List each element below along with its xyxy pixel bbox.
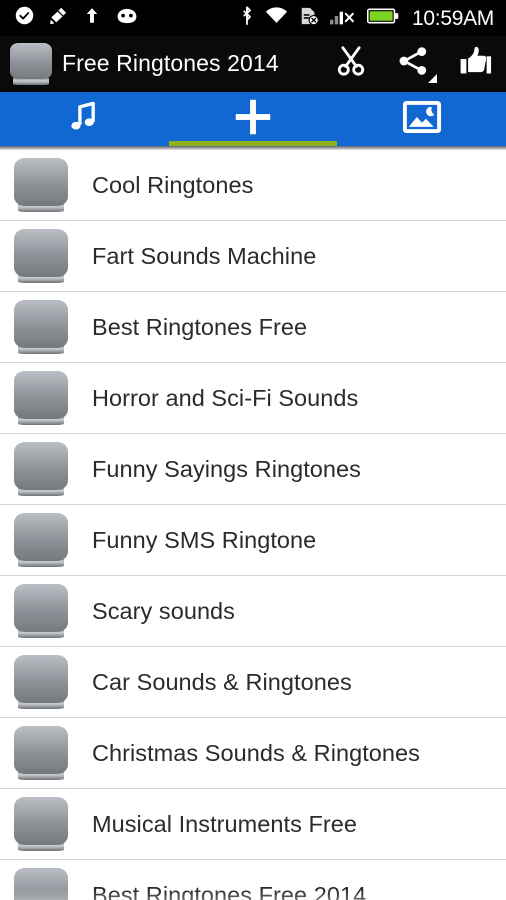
action-bar: Free Ringtones 2014 <box>0 36 506 92</box>
list-item-label: Best Ringtones Free 2014 <box>92 881 367 900</box>
list-item-label: Fart Sounds Machine <box>92 242 317 269</box>
music-note-app-icon <box>14 229 68 283</box>
list-item[interactable]: Scary sounds <box>0 576 506 647</box>
list-item[interactable]: Best Ringtones Free <box>0 292 506 363</box>
status-bar-right-icons: 10:59AM <box>240 5 498 32</box>
music-note-app-icon <box>14 584 68 638</box>
music-note-icon <box>65 98 103 141</box>
music-note-app-icon <box>14 442 68 496</box>
list-item[interactable]: Cool Ringtones <box>0 150 506 221</box>
tab-wallpapers[interactable] <box>337 92 506 146</box>
music-note-app-icon <box>14 868 68 900</box>
list-item-label: Horror and Sci-Fi Sounds <box>92 384 359 411</box>
list-item[interactable]: Fart Sounds Machine <box>0 221 506 292</box>
app-logo-icon <box>10 42 52 85</box>
list-item[interactable]: Car Sounds & Ringtones <box>0 647 506 718</box>
ringtone-list[interactable]: Cool Ringtones Fart Sounds Machine Best … <box>0 150 506 900</box>
plus-icon <box>231 95 275 144</box>
share-icon <box>396 44 430 83</box>
wifi-icon <box>265 6 288 30</box>
cut-scissors-button[interactable] <box>320 36 382 92</box>
tab-bar <box>0 92 506 146</box>
rate-thumbs-up-button[interactable] <box>444 36 506 92</box>
upload-arrow-icon <box>83 5 101 31</box>
list-item[interactable]: Horror and Sci-Fi Sounds <box>0 363 506 434</box>
bluetooth-icon <box>240 5 254 32</box>
battery-full-icon <box>366 7 399 30</box>
list-item[interactable]: Christmas Sounds & Ringtones <box>0 718 506 789</box>
music-note-app-icon <box>14 655 68 709</box>
music-note-app-icon <box>14 797 68 851</box>
list-item-label: Funny SMS Ringtone <box>92 526 317 553</box>
tab-ringtones[interactable] <box>0 92 169 146</box>
list-item-label: Cool Ringtones <box>92 171 254 198</box>
list-item-label: Christmas Sounds & Ringtones <box>92 739 420 766</box>
image-photo-icon <box>402 99 442 140</box>
list-item-label: Car Sounds & Ringtones <box>92 668 352 695</box>
sim-card-missing-icon <box>299 6 320 31</box>
status-bar-left-icons <box>14 5 140 31</box>
app-title: Free Ringtones 2014 <box>62 50 279 76</box>
list-item-label: Best Ringtones Free <box>92 313 308 340</box>
music-note-app-icon <box>14 726 68 780</box>
app-screen: 10:59AM Free Ringtones 2014 Cool Rington… <box>0 0 506 900</box>
action-bar-buttons <box>320 36 506 92</box>
list-item-label: Musical Instruments Free <box>92 810 358 837</box>
tab-add[interactable] <box>168 92 338 146</box>
list-item-label: Funny Sayings Ringtones <box>92 455 361 482</box>
music-note-app-icon <box>14 513 68 567</box>
list-item[interactable]: Best Ringtones Free 2014 <box>0 860 506 900</box>
check-circle-icon <box>14 5 35 31</box>
share-button[interactable] <box>382 36 444 92</box>
paint-roller-icon <box>48 5 70 31</box>
tab-active-indicator <box>168 141 338 146</box>
list-item-label: Scary sounds <box>92 597 235 624</box>
music-note-app-icon <box>14 158 68 212</box>
music-note-app-icon <box>14 371 68 425</box>
list-item[interactable]: Funny SMS Ringtone <box>0 505 506 576</box>
android-robot-icon <box>114 6 140 31</box>
thumbs-up-icon <box>457 44 493 83</box>
status-bar-clock: 10:59AM <box>412 6 494 30</box>
list-item[interactable]: Funny Sayings Ringtones <box>0 434 506 505</box>
status-bar: 10:59AM <box>0 0 506 36</box>
music-note-app-icon <box>14 300 68 354</box>
cellular-signal-no-service-icon <box>330 6 356 31</box>
scissors-icon <box>333 43 369 84</box>
list-item[interactable]: Musical Instruments Free <box>0 789 506 860</box>
